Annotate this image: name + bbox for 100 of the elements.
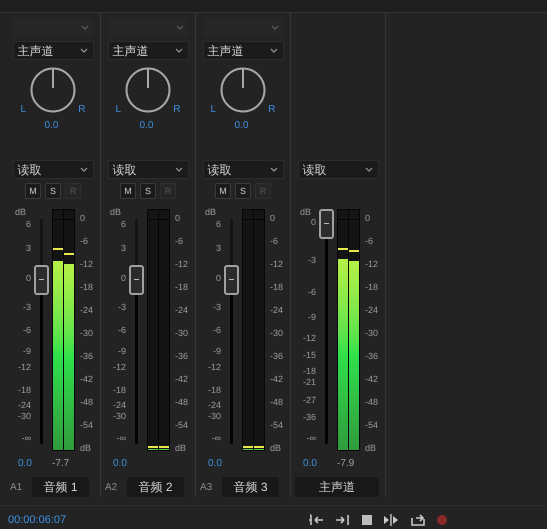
track-name-field[interactable]: 音频 1 [32, 477, 89, 497]
chevron-down-icon [270, 48, 278, 53]
pan-right-label: R [268, 103, 276, 117]
fader-scale-label: -24 [112, 401, 126, 410]
fader-scale-label: -15 [302, 351, 316, 360]
toggle-button[interactable]: S [45, 183, 61, 199]
fader-scale-label: -30 [208, 412, 221, 421]
meter-scale-label: -54 [270, 421, 284, 430]
pan-left-label: L [116, 103, 122, 117]
volume-value: 0.0 [113, 459, 127, 469]
meter-scale-label: -30 [270, 329, 284, 338]
fader-scale-label: -30 [112, 412, 126, 421]
fader-thumb[interactable] [319, 208, 334, 238]
fader-scale-label: -9 [308, 313, 316, 322]
meter-scale-label: 0 [365, 214, 370, 223]
fader-scale-label: 0 [310, 218, 316, 227]
meter-scale-label: -12 [175, 260, 188, 269]
meter-scale-label: -24 [270, 306, 284, 315]
fader-scale-label: -36 [302, 413, 316, 422]
fader-scale-label: -6 [308, 288, 316, 297]
fader-scale-label: -6 [118, 326, 126, 335]
pan-value: 0.0 [44, 119, 58, 133]
meter-scale-label: 0 [80, 214, 86, 223]
go-to-in-icon[interactable] [308, 514, 324, 526]
meter-scale-label: -48 [175, 398, 188, 407]
go-to-out-icon[interactable] [335, 514, 351, 526]
fader-thumb[interactable] [34, 264, 49, 295]
fader-scale-label: -3 [212, 303, 221, 312]
fader-scale-label: -∞ [22, 434, 31, 443]
fader-scale-label: -12 [18, 363, 31, 372]
dropdown[interactable]: 主声道 [202, 41, 284, 60]
fader-scale-label: -12 [208, 363, 221, 372]
track-name-field[interactable]: 主声道 [295, 477, 379, 497]
meter-scale-label: -48 [365, 398, 378, 407]
fader-scale-label: -∞ [212, 434, 221, 443]
fader-unit-label: dB [205, 208, 216, 217]
meter-scale-label: dB [80, 444, 92, 453]
fader-scale-label: 0 [26, 274, 31, 283]
meter-scale-label: -6 [365, 237, 374, 246]
meter-scale-label: -42 [270, 375, 284, 384]
meter-scale-label: -42 [175, 375, 188, 384]
pan-value: 0.0 [140, 119, 154, 133]
meter-scale-label: -48 [270, 398, 284, 407]
fader-scale-label: -3 [308, 256, 316, 265]
timecode: 00:00:06:07 [8, 512, 66, 528]
peak-reading: -7.7 [52, 459, 70, 469]
chevron-down-icon [364, 167, 372, 172]
fader-scale-label: -∞ [306, 434, 316, 443]
dropdown[interactable]: 读取 [202, 160, 284, 179]
meter-scale-label: -42 [365, 375, 378, 384]
toggle-button[interactable]: S [235, 183, 251, 199]
meter-scale-label: dB [270, 444, 282, 453]
toggle-button[interactable]: M [215, 183, 231, 199]
fader-scale-label: -9 [118, 347, 126, 356]
toggle-button[interactable]: M [120, 183, 136, 199]
volume-value: 0.0 [208, 459, 222, 469]
fader-scale-label: -18 [18, 386, 31, 395]
fader-scale-label: -12 [302, 334, 316, 343]
meter-scale-label: -30 [365, 329, 378, 338]
fader-scale-label: -30 [18, 412, 31, 421]
meter-scale-label: -24 [175, 306, 188, 315]
fader-scale-label: 6 [216, 220, 221, 229]
track-name-field[interactable]: 音频 3 [222, 477, 279, 497]
dropdown[interactable]: 主声道 [12, 41, 94, 60]
pan-left-label: L [210, 103, 216, 117]
track-id: A1 [10, 480, 24, 494]
pan-knob[interactable] [218, 66, 266, 114]
chevron-down-icon [174, 167, 182, 172]
fader-thumb[interactable] [224, 264, 239, 295]
fader-scale-label: -6 [22, 326, 31, 335]
dropdown[interactable]: 读取 [12, 160, 94, 179]
meter-scale-label: dB [175, 444, 186, 453]
fader-scale-label: -18 [302, 367, 316, 376]
toggle-button[interactable]: S [140, 183, 156, 199]
pan-knob[interactable] [28, 66, 76, 114]
fader-scale-label: -9 [22, 347, 31, 356]
fader-scale-label: 0 [120, 274, 126, 283]
meter-scale-label: -30 [175, 329, 188, 338]
dropdown[interactable]: 主声道 [108, 41, 188, 60]
pan-knob[interactable] [124, 66, 172, 114]
fader-unit-label: dB [15, 208, 26, 217]
dropdown[interactable]: 读取 [108, 160, 188, 179]
meter-scale-label: -24 [365, 306, 378, 315]
meter-scale-label: -36 [175, 352, 188, 361]
toggle-button[interactable]: M [25, 183, 41, 199]
fader-unit-label: dB [300, 208, 312, 217]
fader-scale-label: 3 [120, 244, 126, 253]
dropdown[interactable]: 读取 [298, 160, 378, 179]
fader-scale-label: -24 [208, 401, 221, 410]
meter-scale-label: -12 [80, 260, 94, 269]
volume-value: 0.0 [18, 459, 32, 469]
meter-scale-label: -6 [80, 237, 88, 246]
play-in-to-out-icon[interactable] [383, 514, 399, 526]
meter-scale-label: -36 [80, 352, 94, 361]
volume-value: 0.0 [303, 459, 317, 469]
pan-right-label: R [78, 103, 86, 117]
fader-unit-label: dB [110, 208, 122, 217]
track-name-field[interactable]: 音频 2 [127, 477, 184, 497]
loop-icon[interactable] [410, 514, 426, 526]
fader-thumb[interactable] [129, 264, 144, 295]
